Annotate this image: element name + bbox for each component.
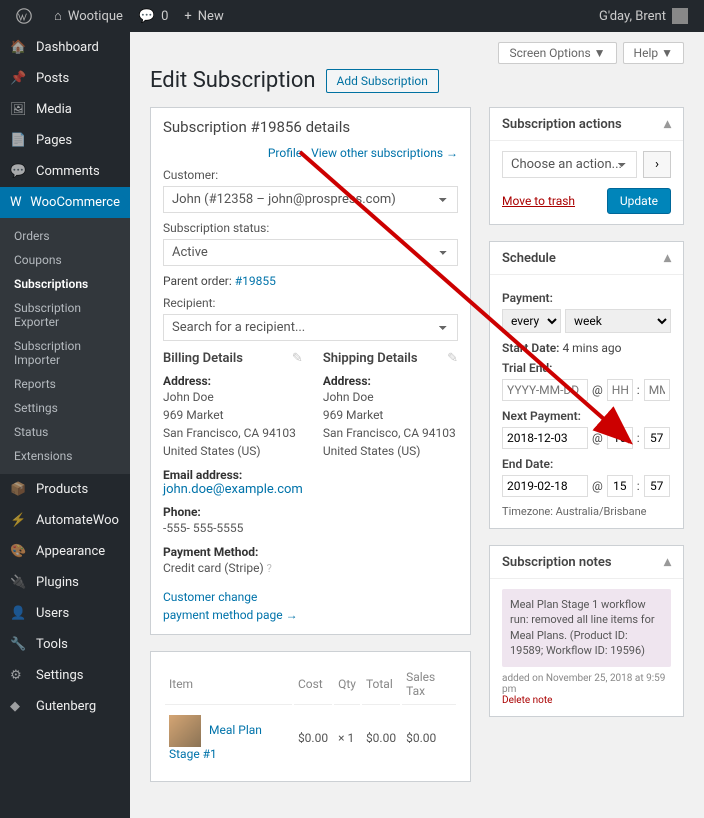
help-toggle[interactable]: Help ▼: [623, 42, 684, 64]
wp-logo[interactable]: [8, 0, 46, 32]
notes-title: Subscription notes: [502, 555, 612, 570]
run-action-button[interactable]: ›: [643, 151, 671, 178]
sub-subscription-importer[interactable]: Subscription Importer: [0, 334, 130, 372]
view-other-subscriptions-link[interactable]: View other subscriptions: [311, 146, 458, 160]
action-select[interactable]: Choose an action...: [502, 151, 637, 178]
shipping-title: Shipping Details: [323, 351, 458, 366]
edit-shipping-icon[interactable]: ✎: [447, 351, 458, 366]
trial-min-input[interactable]: [644, 379, 670, 401]
screen-options-toggle[interactable]: Screen Options ▼: [498, 42, 616, 64]
add-subscription-button[interactable]: Add Subscription: [326, 69, 439, 93]
toggle-panel-icon[interactable]: ▴: [664, 116, 671, 132]
edit-billing-icon[interactable]: ✎: [292, 351, 303, 366]
sidebar-item-settings[interactable]: ⚙Settings: [0, 660, 130, 691]
sidebar-item-media[interactable]: 🖼Media: [0, 94, 130, 125]
delete-note-link[interactable]: Delete note: [502, 695, 552, 706]
sidebar-item-comments[interactable]: 💬Comments: [0, 156, 130, 187]
sidebar-item-dashboard[interactable]: 🏠Dashboard: [0, 32, 130, 63]
recipient-label: Recipient:: [163, 296, 458, 310]
status-label: Subscription status:: [163, 221, 458, 235]
table-row: Meal Plan Stage #1 $0.00 × 1 $0.00 $0.00: [165, 707, 456, 769]
sub-status[interactable]: Status: [0, 420, 130, 444]
sidebar-item-pages[interactable]: 📄Pages: [0, 125, 130, 156]
sub-extensions[interactable]: Extensions: [0, 444, 130, 468]
sidebar-item-woocommerce[interactable]: WWooCommerce: [0, 187, 130, 218]
payment-unit-select[interactable]: week: [565, 309, 671, 333]
profile-link[interactable]: Profile: [268, 146, 302, 160]
schedule-title: Schedule: [502, 251, 556, 266]
sidebar-item-appearance[interactable]: 🎨Appearance: [0, 536, 130, 567]
end-date-input[interactable]: [502, 475, 588, 497]
sidebar-item-users[interactable]: 👤Users: [0, 598, 130, 629]
toggle-panel-icon[interactable]: ▴: [664, 554, 671, 570]
line-items-table: Item Cost Qty Total Sales Tax Meal Plan …: [163, 662, 458, 771]
trial-date-input[interactable]: [502, 379, 588, 401]
trial-hour-input[interactable]: [607, 379, 633, 401]
sidebar-item-gutenberg[interactable]: ◆Gutenberg: [0, 691, 130, 722]
billing-email-link[interactable]: john.doe@example.com: [163, 482, 303, 497]
subscription-note: Meal Plan Stage 1 workflow run: removed …: [502, 589, 671, 667]
sidebar-item-tools[interactable]: 🔧Tools: [0, 629, 130, 660]
howdy-account[interactable]: G'day, Brent: [591, 0, 696, 32]
sidebar-item-plugins[interactable]: 🔌Plugins: [0, 567, 130, 598]
customer-label: Customer:: [163, 168, 458, 182]
customer-select[interactable]: John (#12358 – john@prospress.com): [163, 186, 458, 213]
next-hour-input[interactable]: [607, 427, 633, 449]
admin-sidebar: 🏠Dashboard 📌Posts 🖼Media 📄Pages 💬Comment…: [0, 32, 130, 818]
sidebar-item-products[interactable]: 📦Products: [0, 474, 130, 505]
move-to-trash-link[interactable]: Move to trash: [502, 194, 575, 208]
sub-coupons[interactable]: Coupons: [0, 248, 130, 272]
woocommerce-submenu: Orders Coupons Subscriptions Subscriptio…: [0, 218, 130, 474]
site-name[interactable]: ⌂Wootique: [46, 0, 131, 32]
sub-subscription-exporter[interactable]: Subscription Exporter: [0, 296, 130, 334]
sidebar-item-posts[interactable]: 📌Posts: [0, 63, 130, 94]
avatar: [672, 8, 688, 24]
recipient-select[interactable]: Search for a recipient...: [163, 314, 458, 341]
end-hour-input[interactable]: [607, 475, 633, 497]
details-heading: Subscription #19856 details: [163, 118, 458, 136]
sub-reports[interactable]: Reports: [0, 372, 130, 396]
timezone-text: Timezone: Australia/Brisbane: [502, 505, 671, 518]
product-thumbnail: [169, 715, 201, 747]
page-title: Edit Subscription: [150, 68, 316, 93]
update-button[interactable]: Update: [607, 188, 671, 214]
new-content[interactable]: +New: [176, 0, 231, 32]
next-date-input[interactable]: [502, 427, 588, 449]
actions-title: Subscription actions: [502, 117, 622, 132]
help-icon[interactable]: ?: [267, 562, 272, 575]
comments-bubble[interactable]: 💬0: [131, 0, 177, 32]
billing-title: Billing Details: [163, 351, 303, 366]
end-min-input[interactable]: [644, 475, 670, 497]
status-select[interactable]: Active: [163, 239, 458, 266]
sub-subscriptions[interactable]: Subscriptions: [0, 272, 130, 296]
payment-interval-select[interactable]: every: [502, 309, 561, 333]
next-min-input[interactable]: [644, 427, 670, 449]
parent-order-link[interactable]: #19855: [235, 274, 276, 288]
change-payment-method-link[interactable]: Customer change payment method page: [163, 590, 298, 622]
toggle-panel-icon[interactable]: ▴: [664, 250, 671, 266]
sub-orders[interactable]: Orders: [0, 224, 130, 248]
sub-settings[interactable]: Settings: [0, 396, 130, 420]
